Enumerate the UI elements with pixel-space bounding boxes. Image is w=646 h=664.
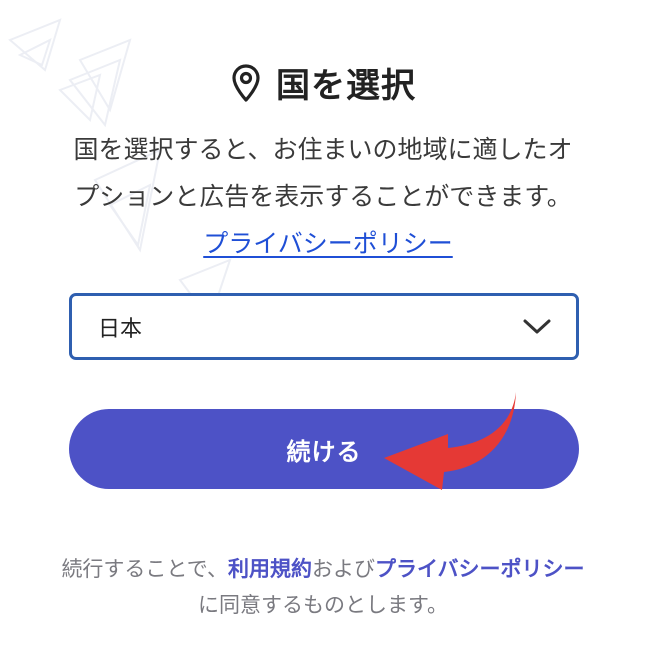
footer-privacy-policy-link[interactable]: プライバシーポリシー — [375, 557, 585, 581]
description-paragraph: 国を選択すると、お住まいの地域に適したオプションと広告を表示することができます。… — [66, 126, 580, 267]
footer-prefix: 続行することで、 — [61, 557, 228, 581]
privacy-policy-link[interactable]: プライバシーポリシー — [203, 229, 453, 258]
continue-button-label: 続ける — [286, 437, 362, 466]
page-header: 国を選択 — [0, 58, 646, 107]
footer-suffix: に同意するものとします。 — [198, 593, 448, 617]
description-text: 国を選択すると、お住まいの地域に適したオプションと広告を表示することができます。 — [73, 135, 573, 211]
country-select-value: 日本 — [98, 316, 143, 342]
location-pin-icon — [232, 63, 260, 102]
page-title: 国を選択 — [276, 66, 416, 106]
footer-and: および — [311, 557, 375, 581]
chevron-down-icon — [523, 319, 551, 333]
consent-footer: 続行することで、利用規約およびプライバシーポリシー に同意するものとします。 — [0, 551, 646, 623]
continue-button[interactable]: 続ける — [69, 409, 579, 489]
country-select[interactable]: 日本 — [69, 293, 579, 360]
terms-of-use-link[interactable]: 利用規約 — [228, 557, 312, 581]
